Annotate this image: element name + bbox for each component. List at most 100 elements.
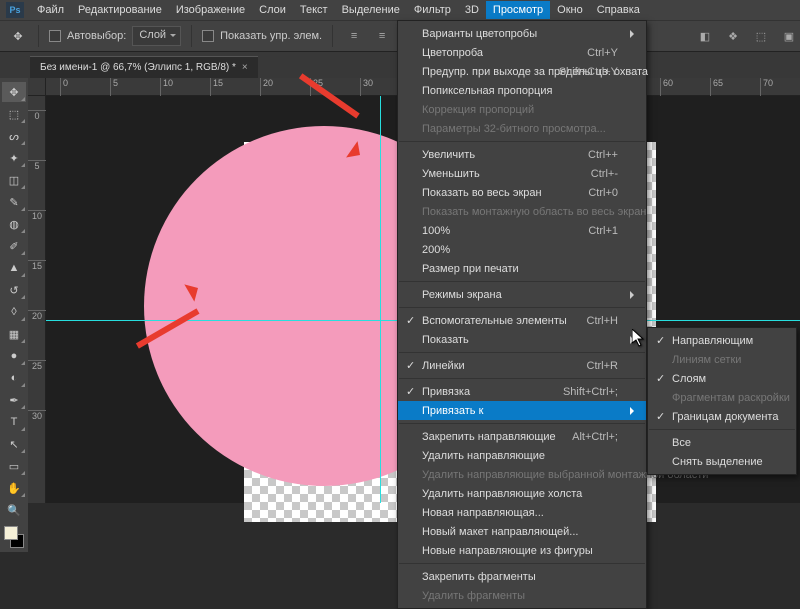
menu-item[interactable]: ✓ПривязкаShift+Ctrl+; <box>398 382 646 401</box>
document-tab[interactable]: Без имени-1 @ 66,7% (Эллипс 1, RGB/8) * … <box>30 56 258 78</box>
tool-marquee[interactable]: ⬚ <box>2 104 26 124</box>
tool-heal[interactable]: ◍ <box>2 214 26 234</box>
app-logo: Ps <box>6 2 24 18</box>
tool-gradient[interactable]: ▦ <box>2 324 26 344</box>
tool-text[interactable]: T <box>2 412 26 432</box>
tool-brush[interactable]: ✐ <box>2 236 26 256</box>
menu-item-label: Привязка <box>422 386 470 398</box>
menu-item[interactable]: Удалить направляющие холста <box>398 484 646 503</box>
menu-edit[interactable]: Редактирование <box>71 1 169 19</box>
tool-hand[interactable]: ✋ <box>2 478 26 498</box>
tool-eraser[interactable]: ◊ <box>2 302 26 322</box>
tool-history[interactable]: ↺ <box>2 280 26 300</box>
check-icon: ✓ <box>406 314 415 327</box>
tool-move[interactable]: ✥ <box>2 82 26 102</box>
menu-item: Фрагментам раскройки <box>648 388 796 407</box>
menu-item[interactable]: Размер при печати <box>398 259 646 278</box>
menu-image[interactable]: Изображение <box>169 1 252 19</box>
menu-item-label: Вспомогательные элементы <box>422 315 567 327</box>
menu-item[interactable]: Закрепить фрагменты <box>398 567 646 586</box>
tool-wand[interactable]: ✦ <box>2 148 26 168</box>
menu-item[interactable]: ✓ Границам документа <box>648 407 796 426</box>
guide-vertical[interactable] <box>380 96 381 503</box>
tool-stamp[interactable]: ▲ <box>2 258 26 278</box>
menu-item[interactable]: УвеличитьCtrl++ <box>398 145 646 164</box>
ruler-tick: 25 <box>28 360 46 371</box>
align-icon[interactable]: ≡ <box>343 25 365 47</box>
tool-eyedropper[interactable]: ✎ <box>2 192 26 212</box>
show-controls-label: Показать упр. элем. <box>220 30 322 42</box>
shortcut-label: Ctrl+R <box>587 360 618 372</box>
menu-item[interactable]: Новый макет направляющей... <box>398 522 646 541</box>
menu-item-label: Направляющим <box>672 335 753 347</box>
menu-file[interactable]: Файл <box>30 1 71 19</box>
menu-text[interactable]: Текст <box>293 1 335 19</box>
check-icon: ✓ <box>656 410 665 423</box>
menu-item-label: Границам документа <box>672 411 778 423</box>
menu-help[interactable]: Справка <box>590 1 647 19</box>
menu-item[interactable]: УменьшитьCtrl+- <box>398 164 646 183</box>
tool-crop[interactable]: ◫ <box>2 170 26 190</box>
menu-item[interactable]: ✓ЛинейкиCtrl+R <box>398 356 646 375</box>
tool-pen[interactable]: ✒ <box>2 390 26 410</box>
menu-item-label: Цветопроба <box>422 47 483 59</box>
menu-layers[interactable]: Слои <box>252 1 293 19</box>
submenu-arrow-icon <box>630 336 638 344</box>
toolbox: ✥ ⬚ ᔕ ✦ ◫ ✎ ◍ ✐ ▲ ↺ ◊ ▦ ● ◐ ✒ T ↖ ▭ ✋ 🔍 <box>0 78 28 552</box>
camera-icon[interactable]: ▣ <box>778 25 800 47</box>
show-controls-checkbox[interactable] <box>202 30 214 42</box>
menu-window[interactable]: Окно <box>550 1 590 19</box>
ruler-corner <box>28 78 46 96</box>
menu-item[interactable]: 100%Ctrl+1 <box>398 221 646 240</box>
align-icon[interactable]: ≡ <box>371 25 393 47</box>
ruler-tick: 0 <box>28 110 46 121</box>
tool-blur[interactable]: ● <box>2 346 26 366</box>
color-swatches[interactable] <box>2 526 24 548</box>
menu-item-label: Режимы экрана <box>422 289 502 301</box>
shortcut-label: Shift+Ctrl+Y <box>559 66 618 78</box>
menu-item: Линиям сетки <box>648 350 796 369</box>
menu-item-label: Линиям сетки <box>672 354 741 366</box>
3d-icon[interactable]: ⬚ <box>750 25 772 47</box>
menu-item[interactable]: Привязать к <box>398 401 646 420</box>
menu-item[interactable]: ✓Вспомогательные элементыCtrl+H <box>398 311 646 330</box>
menu-item[interactable]: Снять выделение <box>648 452 796 471</box>
foreground-swatch[interactable] <box>4 526 18 540</box>
menu-item[interactable]: Показать во весь экранCtrl+0 <box>398 183 646 202</box>
menu-filter[interactable]: Фильтр <box>407 1 458 19</box>
ruler-vertical[interactable]: 0 5 10 15 20 25 30 <box>28 96 46 503</box>
menu-item[interactable]: ✓Направляющим <box>648 331 796 350</box>
menu-item-label: Удалить направляющие холста <box>422 488 582 500</box>
check-icon: ✓ <box>406 359 415 372</box>
menu-item[interactable]: ✓Слоям <box>648 369 796 388</box>
menu-3d[interactable]: 3D <box>458 1 486 19</box>
tool-shape[interactable]: ▭ <box>2 456 26 476</box>
menu-item[interactable]: ЦветопробаCtrl+Y <box>398 43 646 62</box>
ruler-tick: 65 <box>710 78 723 96</box>
layer-dropdown[interactable]: Слой <box>132 26 181 46</box>
menu-view[interactable]: Просмотр <box>486 1 550 19</box>
menu-item[interactable]: 200% <box>398 240 646 259</box>
close-tab-icon[interactable]: × <box>242 62 248 73</box>
menu-select[interactable]: Выделение <box>335 1 407 19</box>
menu-item[interactable]: Предупр. при выходе за пределы цв. охват… <box>398 62 646 81</box>
menu-item-label: Удалить фрагменты <box>422 590 525 602</box>
tool-zoom[interactable]: 🔍 <box>2 500 26 520</box>
tool-lasso[interactable]: ᔕ <box>2 126 26 146</box>
check-icon: ✓ <box>656 372 665 385</box>
3d-icon[interactable]: ❖ <box>722 25 744 47</box>
menu-item[interactable]: Новые направляющие из фигуры <box>398 541 646 560</box>
autoselect-checkbox[interactable] <box>49 30 61 42</box>
menu-item[interactable]: Все <box>648 433 796 452</box>
menu-item[interactable]: Попиксельная пропорция <box>398 81 646 100</box>
move-tool-icon[interactable]: ✥ <box>8 26 28 46</box>
menu-item[interactable]: Закрепить направляющиеAlt+Ctrl+; <box>398 427 646 446</box>
menu-item[interactable]: Новая направляющая... <box>398 503 646 522</box>
menu-item[interactable]: Режимы экрана <box>398 285 646 304</box>
menu-item[interactable]: Показать <box>398 330 646 349</box>
menu-item[interactable]: Удалить направляющие <box>398 446 646 465</box>
mode-icon[interactable]: ◧ <box>694 25 716 47</box>
tool-path[interactable]: ↖ <box>2 434 26 454</box>
menu-item[interactable]: Варианты цветопробы <box>398 24 646 43</box>
tool-dodge[interactable]: ◐ <box>2 368 26 388</box>
